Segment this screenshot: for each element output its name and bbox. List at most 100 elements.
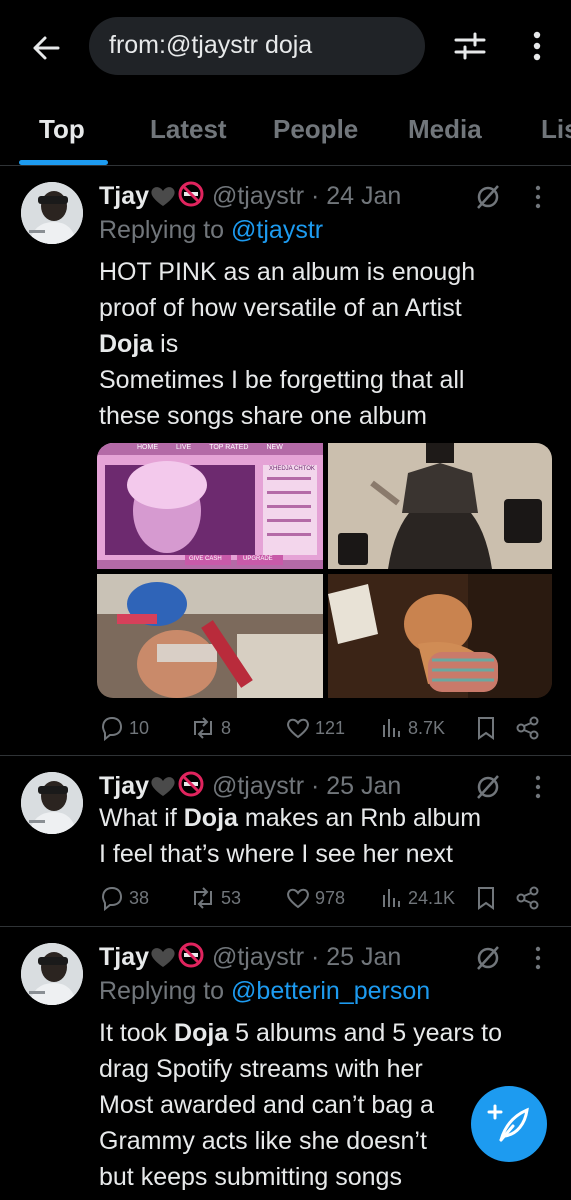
tweet-line: I feel that’s where I see her next [99,840,453,868]
tweet-line: Doja is [99,330,179,358]
replying-to-handle[interactable]: @betterin_person [231,977,430,1005]
tab-latest[interactable]: Latest [150,114,227,145]
author-name[interactable]: Tjay [99,182,149,210]
author-handle: @tjaystr [211,182,305,210]
repost-button[interactable]: 8 [189,712,231,744]
tweet-header: Tjay @tjaystr · 25 Jan [99,770,401,802]
back-button[interactable] [28,30,64,66]
tweet[interactable]: Tjay @tjaystr · 25 Jan What if Doja make… [0,756,571,927]
media-top-bar-item: TOP RATED [209,444,249,451]
media-top-bar: HOME LIVE TOP RATED NEW [137,444,283,451]
like-button[interactable]: 121 [285,712,345,744]
media-top-bar-item: LIVE [176,444,192,451]
replying-to: Replying to @betterin_person [99,977,430,1006]
media-top-bar-item: HOME [137,444,158,451]
avatar[interactable] [21,943,83,1005]
repost-icon [194,717,212,739]
views-button[interactable]: 24.1K [380,882,455,914]
tweet-more-button[interactable] [526,182,550,212]
search-filter-button[interactable] [452,28,488,64]
top-bar: from:@tjaystr doja [0,0,571,92]
grok-icon [477,775,499,799]
like-count: 978 [315,887,346,908]
avatar[interactable] [21,772,83,834]
avatar[interactable] [21,182,83,244]
arrow-left-icon [33,36,60,60]
tweet-text: What if Doja makes an Rnb album I feel t… [99,800,539,872]
media-image-2[interactable] [328,443,552,569]
bookmark-icon [478,887,494,910]
repost-count: 53 [221,887,242,908]
replying-to-label: Replying to [99,216,225,244]
compose-button[interactable] [471,1086,547,1162]
sliders-icon [454,32,486,60]
media-chat-title: XHEDJA CHTOK [269,466,315,472]
author-name[interactable]: Tjay [99,772,149,800]
highlight-term: Doja [174,1019,229,1047]
share-button[interactable] [515,712,541,744]
author-handle: @tjaystr [211,943,305,971]
reply-button[interactable]: 10 [99,712,149,744]
media-image-4[interactable] [328,574,552,698]
tweet-more-button[interactable] [526,772,550,802]
tweet-line: Sometimes I be forgetting that all [99,366,465,394]
vertical-dots-icon [535,185,541,209]
tab-people[interactable]: People [273,114,358,145]
vertical-dots-icon [535,775,541,799]
replying-to-handle[interactable]: @tjaystr [231,216,323,244]
tweet-line: It took Doja 5 albums and 5 years to [99,1019,503,1047]
views-count: 8.7K [408,717,446,738]
reply-icon [101,886,123,911]
heart-emoji-icon [149,184,177,215]
bookmark-button[interactable] [475,712,497,744]
tweet-date: · 25 Jan [311,772,402,800]
active-tab-indicator [19,160,108,165]
reply-icon [101,716,123,741]
tweet-more-button[interactable] [526,943,550,973]
more-options-button[interactable] [522,28,552,64]
tweet-line: drag Spotify streams with her [99,1055,423,1083]
search-query: from:@tjaystr doja [109,31,313,59]
search-input[interactable]: from:@tjaystr doja [89,17,425,75]
author-name[interactable]: Tjay [99,943,149,971]
grok-button[interactable] [473,772,503,802]
share-button[interactable] [515,882,541,914]
views-count: 24.1K [408,887,456,908]
tweet-actions: 10 8 121 8.7K [99,712,559,744]
like-button[interactable]: 978 [285,882,345,914]
tweet-text: HOT PINK as an album is enough proof of … [99,254,539,434]
tweet-line: these songs share one album [99,402,427,430]
tweet-line: What if Doja makes an Rnb album [99,804,482,832]
reply-count: 38 [129,887,150,908]
reply-button[interactable]: 38 [99,882,149,914]
repost-button[interactable]: 53 [189,882,241,914]
like-count: 121 [315,717,346,738]
tab-media[interactable]: Media [408,114,482,145]
tweet[interactable]: Tjay @tjaystr · 24 Jan Replying to @tjay… [0,166,571,756]
replying-to: Replying to @tjaystr [99,216,323,245]
tweet-date: · 25 Jan [311,943,402,971]
media-image-1[interactable]: HOME LIVE TOP RATED NEW XHEDJA CHTOK GIV… [97,443,323,569]
author-handle: @tjaystr [211,772,305,800]
views-button[interactable]: 8.7K [380,712,445,744]
grok-button[interactable] [473,943,503,973]
grok-button[interactable] [473,182,503,212]
media-button-label: UPGRADE [243,556,273,562]
vertical-dots-icon [535,946,541,970]
bookmark-button[interactable] [475,882,497,914]
tab-lists[interactable]: Lis [541,114,571,145]
share-icon [516,716,539,740]
media-button-label: GIVE CASH [189,556,222,562]
media-image-3[interactable] [97,574,323,698]
repost-icon [194,887,212,909]
highlight-term: Doja [183,804,238,832]
tweet-line: proof of how versatile of an Artist [99,294,462,322]
tab-top[interactable]: Top [39,114,85,145]
grok-icon [477,185,499,209]
compose-feather-icon [487,1104,529,1142]
views-icon [383,889,400,907]
tweet-date: · 24 Jan [311,182,402,210]
tweet-line: HOT PINK as an album is enough [99,258,476,286]
no-smoking-emoji-icon [177,180,205,215]
heart-icon [287,718,309,739]
